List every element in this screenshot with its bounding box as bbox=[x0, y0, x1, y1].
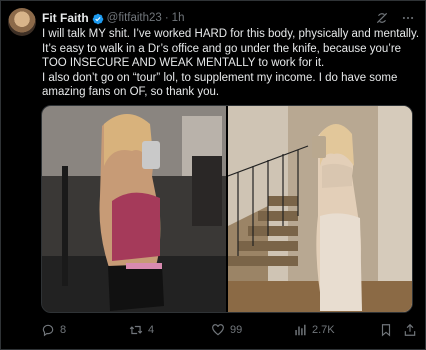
reply-icon bbox=[42, 324, 54, 337]
grok-icon[interactable] bbox=[375, 11, 389, 25]
bookmark-icon bbox=[381, 324, 391, 337]
tweet-line-2: It’s easy to walk in a Dr’s office and g… bbox=[42, 42, 402, 70]
tweet-line-1: I will talk MY shit. I’ve worked HARD fo… bbox=[42, 28, 420, 40]
avatar[interactable] bbox=[8, 8, 36, 36]
like-count: 99 bbox=[230, 324, 243, 336]
photo-gym-selfie[interactable] bbox=[42, 106, 226, 312]
views-icon bbox=[295, 324, 306, 336]
post-time[interactable]: 1h bbox=[172, 12, 185, 24]
verified-badge-icon bbox=[92, 12, 104, 25]
views-button[interactable]: 2.7K bbox=[293, 323, 335, 337]
action-bar: 8 4 99 2.7K bbox=[41, 320, 417, 340]
author-name[interactable]: Fit Faith bbox=[42, 11, 89, 25]
media-gallery[interactable] bbox=[41, 105, 413, 313]
share-button[interactable] bbox=[403, 323, 417, 337]
bookmark-button[interactable] bbox=[379, 323, 393, 337]
tweet-line-3: I also don’t go on “tour” lol, to supple… bbox=[42, 71, 398, 99]
tweet-text: I will talk MY shit. I’ve worked HARD fo… bbox=[42, 27, 422, 100]
more-icon[interactable] bbox=[401, 11, 415, 25]
repost-count: 4 bbox=[148, 324, 155, 336]
reply-count: 8 bbox=[60, 324, 67, 336]
views-count: 2.7K bbox=[312, 324, 335, 336]
share-icon bbox=[404, 323, 416, 336]
tweet-header: Fit Faith @fitfaith23 · 1h bbox=[42, 10, 415, 26]
like-icon bbox=[212, 324, 224, 336]
tweet-card: Fit Faith @fitfaith23 · 1h I will talk M… bbox=[0, 0, 426, 350]
like-button[interactable]: 99 bbox=[211, 323, 242, 337]
separator-dot: · bbox=[164, 12, 169, 24]
author-handle[interactable]: @fitfaith23 bbox=[107, 12, 162, 24]
photo-stairs-selfie[interactable] bbox=[228, 106, 412, 312]
repost-button[interactable]: 4 bbox=[129, 323, 154, 337]
repost-icon bbox=[129, 325, 143, 335]
reply-button[interactable]: 8 bbox=[41, 323, 66, 337]
